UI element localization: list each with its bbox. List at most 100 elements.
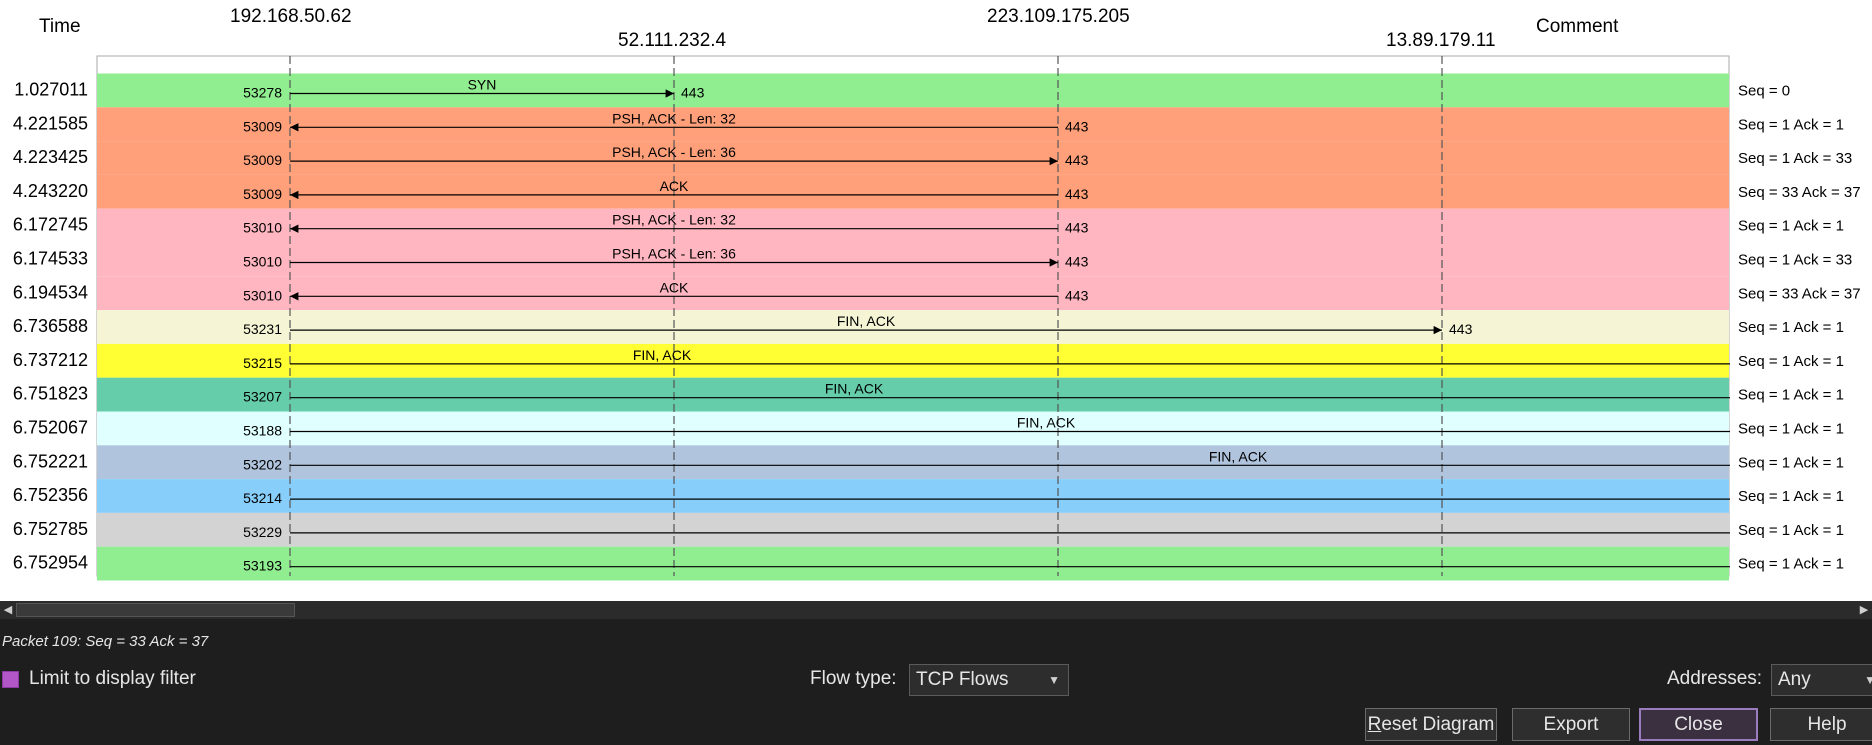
chevron-down-icon: ▼ xyxy=(1864,673,1872,687)
flow-row-band[interactable] xyxy=(97,73,1729,108)
flow-label: PSH, ACK - Len: 36 xyxy=(612,144,736,160)
limit-filter-checkbox[interactable] xyxy=(2,671,19,688)
flow-type-value: TCP Flows xyxy=(916,669,1009,690)
flow-row-band[interactable] xyxy=(97,276,1729,311)
scroll-right-icon[interactable]: ▶ xyxy=(1856,601,1872,619)
flow-src-port: 53231 xyxy=(243,321,282,337)
flow-row-band[interactable] xyxy=(97,242,1729,277)
flow-comment: Seq = 1 Ack = 33 xyxy=(1738,150,1852,167)
flow-src-port: 53207 xyxy=(243,389,282,405)
flow-dst-port: 443 xyxy=(1065,118,1089,134)
flow-time: 4.223425 xyxy=(13,147,88,167)
flow-comment: Seq = 1 Ack = 1 xyxy=(1738,353,1844,370)
flow-row-band[interactable] xyxy=(97,546,1729,581)
flow-label: FIN, ACK xyxy=(1017,415,1076,431)
flow-dst-port: 443 xyxy=(1065,152,1089,168)
flow-diagram-canvas[interactable]: Time 192.168.50.62 52.111.232.4 223.109.… xyxy=(0,0,1872,601)
flow-row-band[interactable] xyxy=(97,479,1729,513)
chevron-down-icon: ▼ xyxy=(1048,673,1060,687)
flow-diagram[interactable]: 1.027011 53278 Seq = 0 4.221585 53009 Seq = 1… xyxy=(0,0,1872,601)
flow-row-band[interactable] xyxy=(97,107,1729,142)
export-button[interactable]: Export xyxy=(1512,708,1630,741)
flow-time: 1.027011 xyxy=(14,80,88,100)
flow-time: 4.243220 xyxy=(13,181,88,201)
flow-src-port: 53229 xyxy=(243,524,282,540)
flow-time: 6.752221 xyxy=(13,451,88,471)
flow-src-port: 53009 xyxy=(243,186,282,202)
flow-comment: Seq = 33 Ack = 37 xyxy=(1738,285,1861,302)
flow-src-port: 53010 xyxy=(243,254,282,270)
flow-src-port: 53010 xyxy=(243,287,282,303)
reset-diagram-button[interactable]: Reset Diagram xyxy=(1365,708,1497,741)
flow-comment: Seq = 33 Ack = 37 xyxy=(1738,184,1861,201)
flow-src-port: 53214 xyxy=(243,490,282,506)
flow-src-port: 53188 xyxy=(243,423,282,439)
flow-row-band[interactable] xyxy=(97,445,1729,480)
flow-type-select[interactable]: TCP Flows ▼ xyxy=(909,664,1069,696)
addresses-label: Addresses: xyxy=(1667,668,1763,689)
flow-comment: Seq = 1 Ack = 1 xyxy=(1738,556,1844,573)
flow-time: 6.752356 xyxy=(13,485,88,505)
flow-comment: Seq = 1 Ack = 1 xyxy=(1738,387,1844,404)
flow-src-port: 53010 xyxy=(243,220,282,236)
flow-row-band[interactable] xyxy=(97,343,1729,378)
flow-comment: Seq = 1 Ack = 1 xyxy=(1738,116,1844,133)
flow-src-port: 53009 xyxy=(243,118,282,134)
flow-time: 6.737212 xyxy=(13,350,88,370)
flow-label: PSH, ACK - Len: 32 xyxy=(612,110,736,126)
flow-src-port: 53009 xyxy=(243,152,282,168)
flow-dst-port: 443 xyxy=(681,85,705,101)
flow-dst-port: 443 xyxy=(1065,220,1089,236)
flow-label: FIN, ACK xyxy=(837,313,896,329)
addresses-value: Any xyxy=(1778,669,1811,690)
flow-row-band[interactable] xyxy=(97,174,1729,209)
flow-label: FIN, ACK xyxy=(1209,448,1268,464)
limit-filter-label[interactable]: Limit to display filter xyxy=(29,668,196,690)
flow-dst-port: 443 xyxy=(1065,186,1089,202)
flow-comment: Seq = 0 xyxy=(1738,83,1790,100)
flow-time: 6.174533 xyxy=(13,249,88,269)
flow-time: 4.221585 xyxy=(13,113,88,133)
flow-row-band[interactable] xyxy=(97,512,1729,547)
flow-time: 6.172745 xyxy=(13,215,88,235)
close-button[interactable]: Close xyxy=(1639,708,1758,741)
flow-comment: Seq = 1 Ack = 33 xyxy=(1738,252,1852,269)
flow-label: SYN xyxy=(468,77,497,93)
flow-time: 6.752785 xyxy=(13,519,88,539)
flow-label: PSH, ACK - Len: 36 xyxy=(612,246,736,262)
flow-time: 6.736588 xyxy=(13,316,88,336)
flow-src-port: 53193 xyxy=(243,558,282,574)
flow-comment: Seq = 1 Ack = 1 xyxy=(1738,488,1844,505)
flow-time: 6.752067 xyxy=(13,418,88,438)
status-text: Packet 109: Seq = 33 Ack = 37 xyxy=(2,633,209,650)
flow-label: FIN, ACK xyxy=(825,381,884,397)
flow-type-label: Flow type: xyxy=(810,668,897,689)
flow-label: ACK xyxy=(660,178,689,194)
flow-comment: Seq = 1 Ack = 1 xyxy=(1738,319,1844,336)
flow-label: FIN, ACK xyxy=(633,347,692,363)
flow-row-band[interactable] xyxy=(97,377,1729,412)
flow-label: PSH, ACK - Len: 32 xyxy=(612,212,736,228)
flow-comment: Seq = 1 Ack = 1 xyxy=(1738,421,1844,438)
flow-row-band[interactable] xyxy=(97,141,1729,175)
flow-time: 6.194534 xyxy=(13,282,88,302)
scroll-left-icon[interactable]: ◀ xyxy=(0,601,16,619)
flow-row-band[interactable] xyxy=(97,310,1729,344)
flow-label: ACK xyxy=(660,279,689,295)
flow-time: 6.751823 xyxy=(13,384,88,404)
flow-dst-port: 443 xyxy=(1449,321,1473,337)
flow-row-band[interactable] xyxy=(97,208,1729,243)
flow-dst-port: 443 xyxy=(1065,287,1089,303)
scrollbar-thumb[interactable] xyxy=(16,603,295,617)
flow-src-port: 53215 xyxy=(243,355,282,371)
flow-comment: Seq = 1 Ack = 1 xyxy=(1738,522,1844,539)
flow-comment: Seq = 1 Ack = 1 xyxy=(1738,454,1844,471)
addresses-select[interactable]: Any ▼ xyxy=(1771,664,1872,696)
help-button[interactable]: Help xyxy=(1770,708,1872,741)
flow-src-port: 53202 xyxy=(243,456,282,472)
flow-time: 6.752954 xyxy=(13,553,88,573)
flow-src-port: 53278 xyxy=(243,85,282,101)
flow-row-band[interactable] xyxy=(97,411,1729,446)
flow-dst-port: 443 xyxy=(1065,254,1089,270)
horizontal-scrollbar[interactable]: ◀ ▶ xyxy=(0,601,1872,619)
